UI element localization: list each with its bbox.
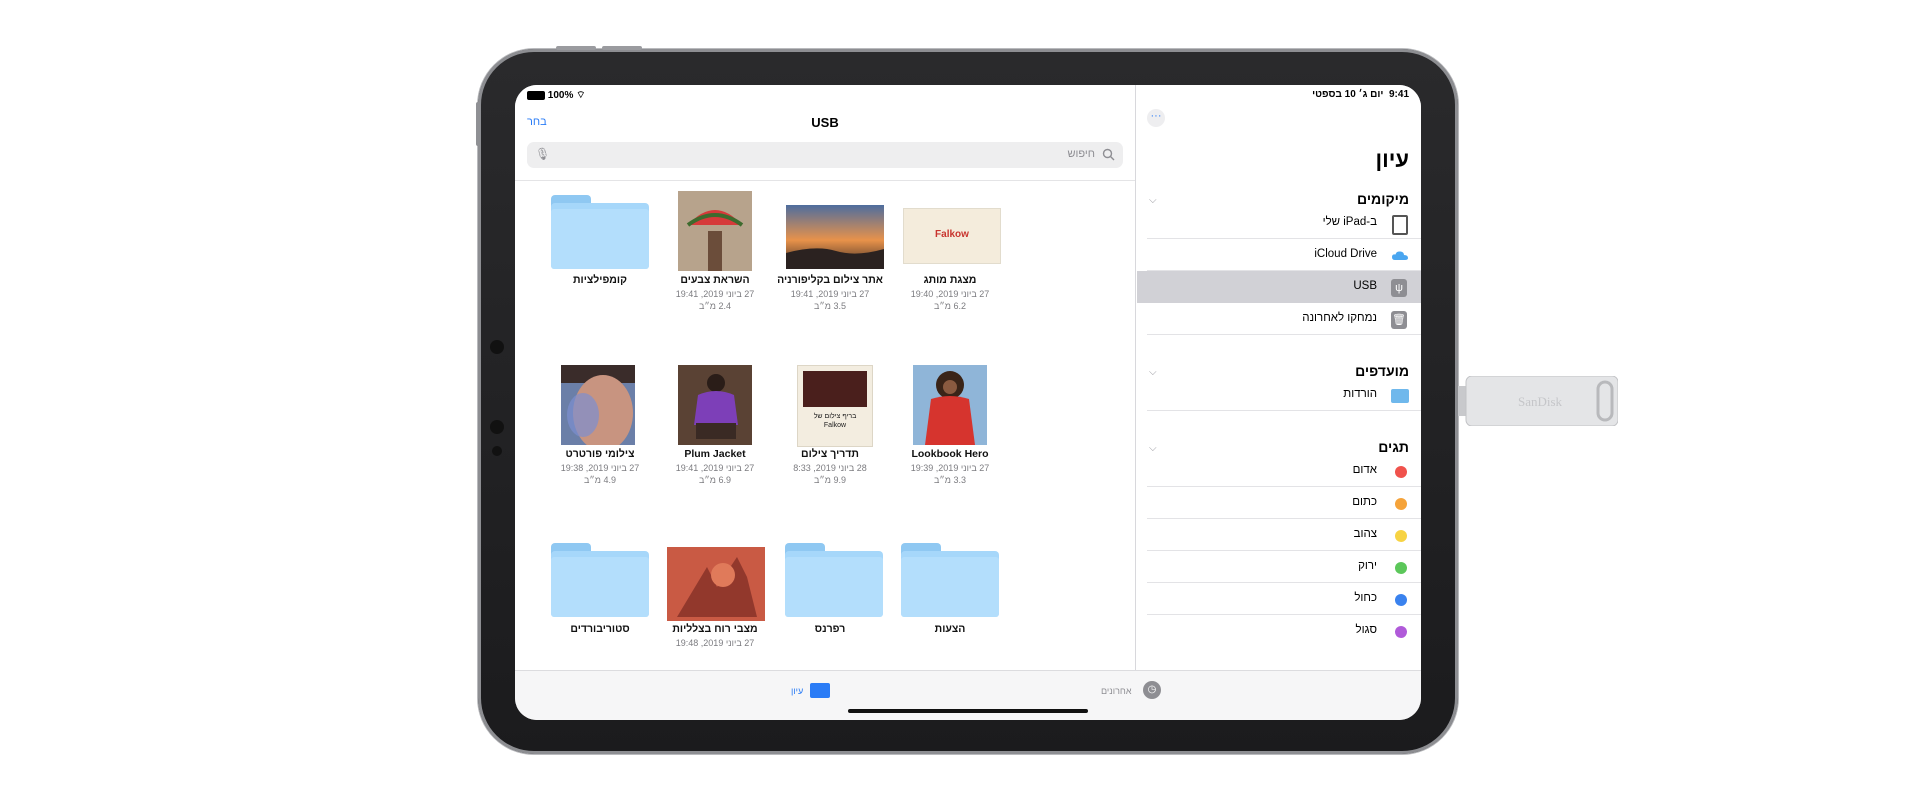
side-sensor: [490, 420, 504, 434]
photo-thumbnail: [913, 365, 987, 445]
folder-icon: [551, 543, 649, 617]
chevron-down-icon[interactable]: ⌵: [1149, 367, 1157, 378]
header-divider: [515, 180, 1135, 181]
sidebar-tag-yellow[interactable]: צהוב: [1147, 519, 1421, 551]
chevron-down-icon[interactable]: ⌵: [1149, 195, 1157, 206]
more-options-icon[interactable]: ···: [1147, 109, 1165, 127]
battery-icon: [527, 90, 545, 100]
status-battery: 100% ⌔: [527, 89, 586, 102]
cloud-icon: [1392, 251, 1408, 260]
status-time: 9:41 יום ג׳ 10 בספטי: [1312, 89, 1409, 100]
microphone-icon[interactable]: 🎙︎: [535, 147, 550, 161]
wifi-icon: ⌔: [576, 90, 586, 101]
ipad-icon: [1391, 215, 1409, 235]
tag-color-dot: [1395, 466, 1407, 478]
photo-thumbnail: [786, 205, 884, 269]
section-tags[interactable]: תגים: [1378, 439, 1409, 455]
tag-color-dot: [1395, 530, 1407, 542]
folder-icon: [810, 683, 830, 698]
home-indicator[interactable]: [848, 709, 1088, 713]
sidebar-item-icloud[interactable]: iCloud Drive: [1147, 239, 1421, 271]
trash-icon: 🗑︎: [1391, 311, 1409, 329]
clock-icon: ◷: [1143, 681, 1161, 699]
folder-icon: [785, 543, 883, 617]
usb-drive: SanDisk: [1458, 376, 1618, 426]
sidebar-tag-green[interactable]: ירוק: [1147, 551, 1421, 583]
sidebar-tag-purple[interactable]: סגול: [1147, 615, 1421, 647]
downloads-folder-icon: [1391, 387, 1409, 405]
document-thumbnail: Falkow: [903, 208, 1001, 264]
sidebar-tag-red[interactable]: אדום: [1147, 455, 1421, 487]
tag-color-dot: [1395, 626, 1407, 638]
page-title: USB: [811, 115, 839, 130]
chevron-down-icon[interactable]: ⌵: [1149, 443, 1157, 454]
sidebar-item-ipad[interactable]: ב-iPad שלי: [1147, 207, 1421, 239]
volume-button: [556, 46, 596, 50]
sidebar: 9:41 יום ג׳ 10 בספטי ··· עיון ⌵ מיקומים …: [1137, 85, 1421, 670]
top-button: [476, 102, 480, 146]
search-placeholder: חיפוש: [1067, 148, 1095, 160]
sidebar-tag-orange[interactable]: כתום: [1147, 487, 1421, 519]
side-sensor: [492, 446, 502, 456]
sidebar-item-usb[interactable]: ψ USB: [1137, 271, 1421, 303]
sidebar-title: עיון: [1375, 147, 1409, 172]
folder-icon: [901, 543, 999, 617]
usb-icon: ψ: [1391, 279, 1409, 297]
sidebar-tag-blue[interactable]: כחול: [1147, 583, 1421, 615]
volume-button: [602, 46, 642, 50]
folder-icon: [551, 195, 649, 269]
usb-brand: SanDisk: [1518, 394, 1563, 409]
photo-thumbnail: [667, 547, 765, 621]
split-divider[interactable]: [1135, 85, 1136, 670]
search-icon: [1102, 148, 1115, 161]
photo-thumbnail: [678, 365, 752, 445]
ipad-screen: 100% ⌔ בחר USB 🎙︎ חיפוש קומפילציות השראת…: [515, 85, 1421, 720]
photo-thumbnail: [561, 365, 635, 445]
main-pane: 100% ⌔ בחר USB 🎙︎ חיפוש קומפילציות השראת…: [515, 85, 1135, 670]
section-locations[interactable]: מיקומים: [1357, 191, 1409, 207]
tag-color-dot: [1395, 562, 1407, 574]
sidebar-item-downloads[interactable]: הורדות: [1147, 379, 1421, 411]
search-input[interactable]: 🎙︎ חיפוש: [527, 142, 1123, 168]
side-sensor: [490, 340, 504, 354]
sidebar-item-recently-deleted[interactable]: 🗑︎ נמחקו לאחרונה: [1147, 303, 1421, 335]
document-thumbnail: בריף צילום של Falkow: [797, 365, 873, 447]
section-favorites[interactable]: מועדפים: [1355, 363, 1409, 379]
tag-color-dot: [1395, 498, 1407, 510]
tag-color-dot: [1395, 594, 1407, 606]
photo-thumbnail: [678, 191, 752, 271]
